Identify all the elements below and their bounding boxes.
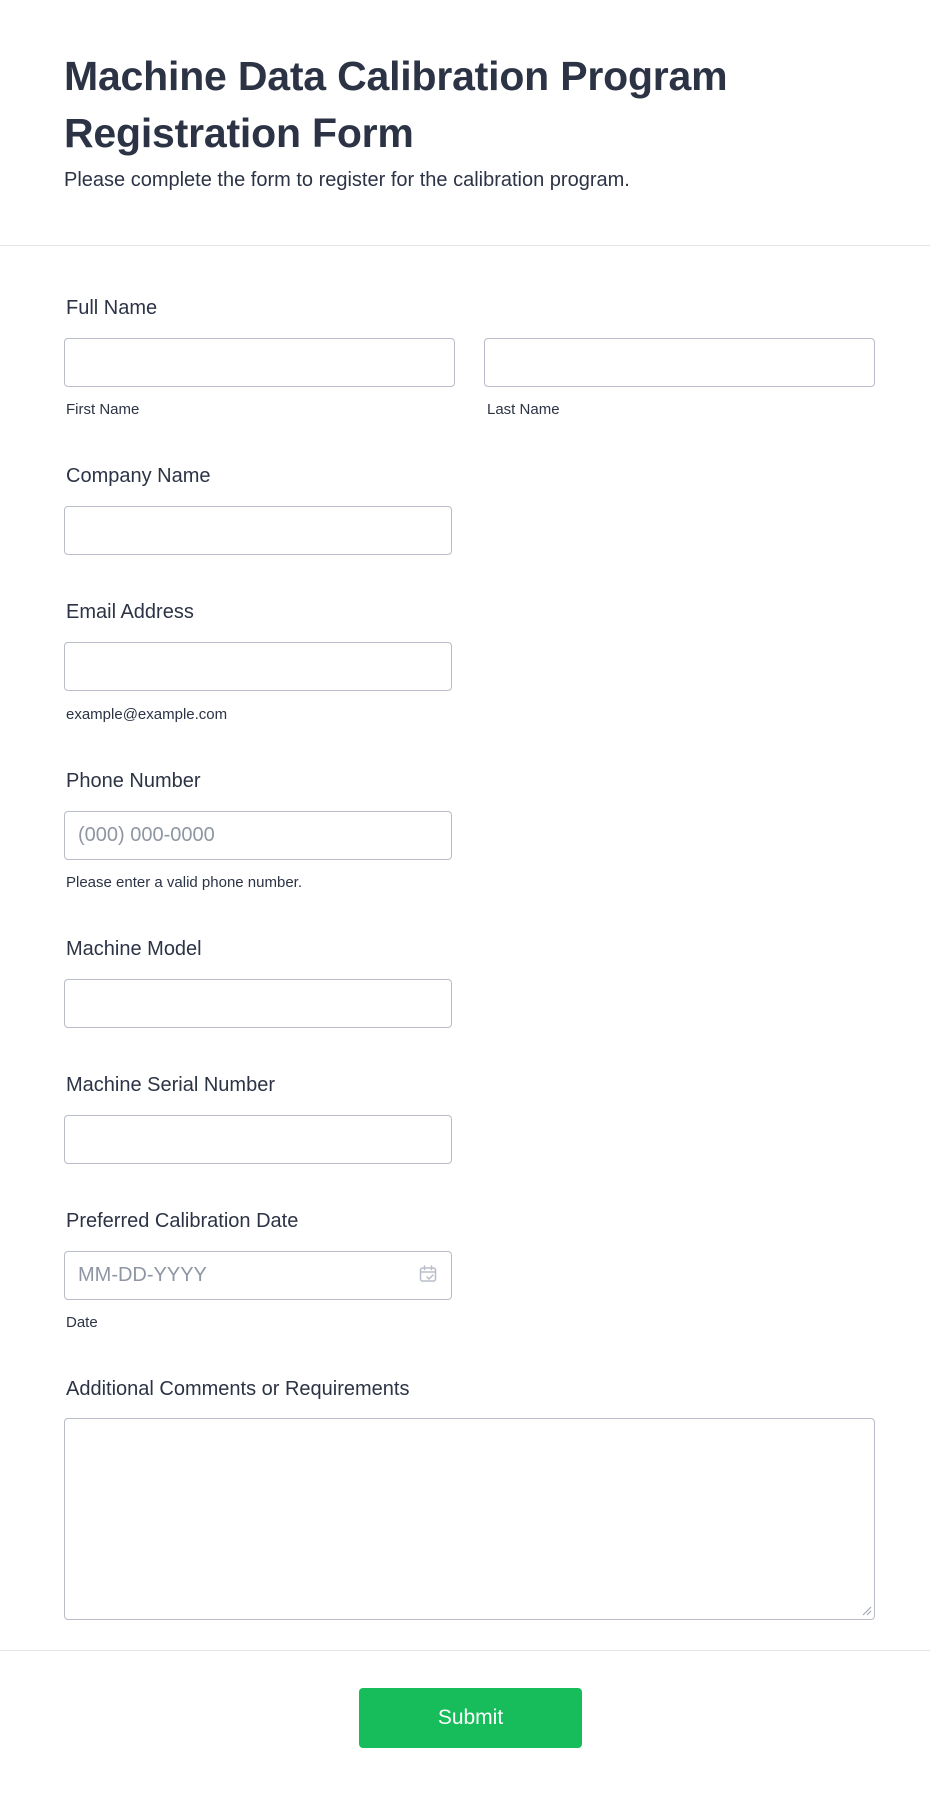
machine-model-input[interactable] [64, 979, 452, 1028]
phone-sublabel: Please enter a valid phone number. [66, 874, 302, 891]
company-name-label: Company Name [66, 465, 211, 487]
last-name-sublabel: Last Name [487, 401, 560, 418]
form-header: Machine Data Calibration Program Registr… [0, 0, 930, 246]
form-subtitle: Please complete the form to register for… [64, 169, 630, 191]
email-sublabel: example@example.com [66, 706, 228, 723]
first-name-sublabel: First Name [66, 401, 140, 418]
phone-label: Phone Number [66, 770, 201, 792]
calibration-date-sublabel: Date [66, 1314, 98, 1331]
email-label: Email Address [66, 601, 194, 623]
machine-model-label: Machine Model [66, 938, 202, 960]
comments-textarea[interactable] [64, 1418, 875, 1620]
email-input[interactable] [64, 642, 452, 691]
last-name-input[interactable] [484, 338, 875, 387]
resize-grip-icon[interactable] [860, 1604, 872, 1616]
serial-number-label: Machine Serial Number [66, 1074, 275, 1096]
calibration-date-input[interactable] [64, 1251, 452, 1300]
serial-number-input[interactable] [64, 1115, 452, 1164]
full-name-label: Full Name [66, 297, 158, 319]
form-title: Machine Data Calibration Program Registr… [64, 53, 728, 156]
phone-input[interactable] [64, 811, 452, 860]
company-name-input[interactable] [64, 506, 452, 555]
first-name-input[interactable] [64, 338, 455, 387]
calibration-date-label: Preferred Calibration Date [66, 1210, 299, 1232]
calendar-check-icon[interactable] [418, 1264, 438, 1284]
submit-button[interactable]: Submit [359, 1688, 582, 1748]
comments-label: Additional Comments or Requirements [66, 1378, 410, 1400]
